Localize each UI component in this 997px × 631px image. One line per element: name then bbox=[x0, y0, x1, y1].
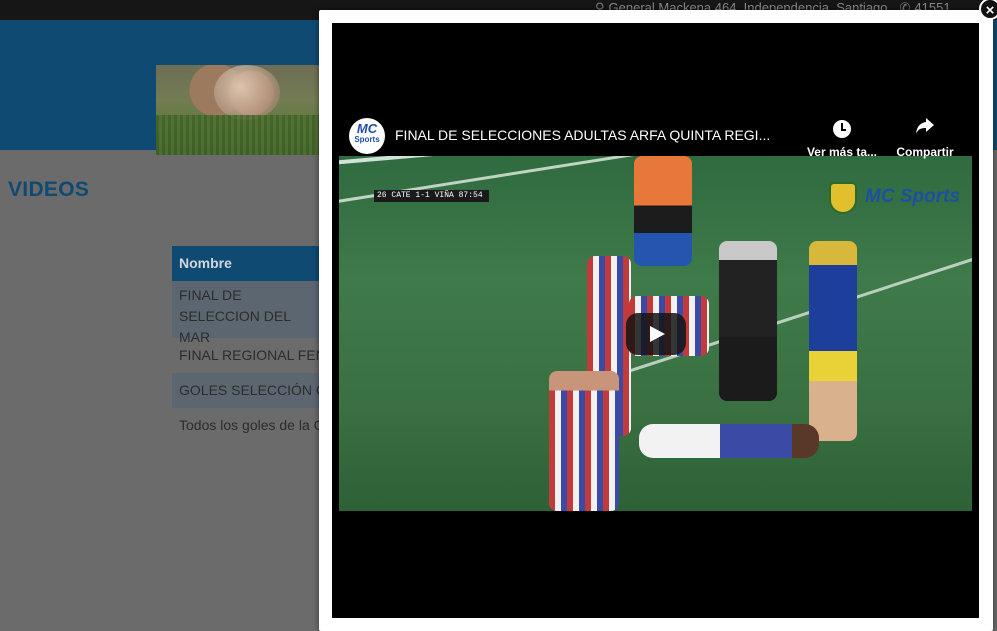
player-figure bbox=[634, 156, 692, 266]
close-icon[interactable]: × bbox=[979, 0, 997, 20]
table-row[interactable]: FINAL DE SELECCION DEL MAR bbox=[172, 281, 332, 345]
share-label: Compartir bbox=[896, 145, 954, 159]
table-row[interactable]: GOLES SELECCIÓN C bbox=[172, 373, 332, 408]
shield-icon bbox=[829, 182, 857, 214]
watch-later-label: Ver más ta... bbox=[806, 145, 878, 159]
watch-later-button[interactable]: Ver más ta... bbox=[802, 117, 882, 159]
video-top-bar: MC Sports FINAL DE SELECCIONES ADULTAS A… bbox=[332, 103, 979, 159]
channel-avatar[interactable]: MC Sports bbox=[349, 118, 385, 154]
videos-table: Nombre FINAL DE SELECCION DEL MAR FINAL … bbox=[172, 246, 332, 443]
table-row[interactable]: Todos los goles de la C bbox=[172, 408, 332, 443]
clock-icon bbox=[802, 117, 882, 139]
share-icon bbox=[885, 117, 965, 139]
referee-figure bbox=[719, 241, 777, 401]
player-figure bbox=[639, 424, 819, 458]
broadcast-logo-text: MC Sports bbox=[865, 186, 960, 207]
table-header-nombre: Nombre bbox=[172, 246, 332, 281]
grass-image bbox=[156, 115, 326, 155]
video-lightbox: 26 CATE 1-1 VIÑA 87:54 MC Sports MC Spor… bbox=[319, 10, 993, 631]
player-figure bbox=[549, 371, 619, 511]
soccer-ball-image bbox=[214, 65, 280, 120]
table-row[interactable]: FINAL REGIONAL FEN bbox=[172, 338, 332, 373]
video-title[interactable]: FINAL DE SELECCIONES ADULTAS ARFA QUINTA… bbox=[395, 127, 815, 143]
page-title: VIDEOS bbox=[8, 178, 90, 201]
hero-image bbox=[156, 65, 326, 155]
player-figure bbox=[809, 241, 857, 441]
play-icon[interactable] bbox=[626, 313, 686, 355]
channel-logo-text: MC bbox=[356, 121, 378, 136]
video-player[interactable]: 26 CATE 1-1 VIÑA 87:54 MC Sports MC Spor… bbox=[332, 23, 979, 618]
share-button[interactable]: Compartir bbox=[885, 117, 965, 159]
channel-logo-subtext: Sports bbox=[354, 135, 380, 144]
scorebug: 26 CATE 1-1 VIÑA 87:54 bbox=[374, 190, 489, 202]
